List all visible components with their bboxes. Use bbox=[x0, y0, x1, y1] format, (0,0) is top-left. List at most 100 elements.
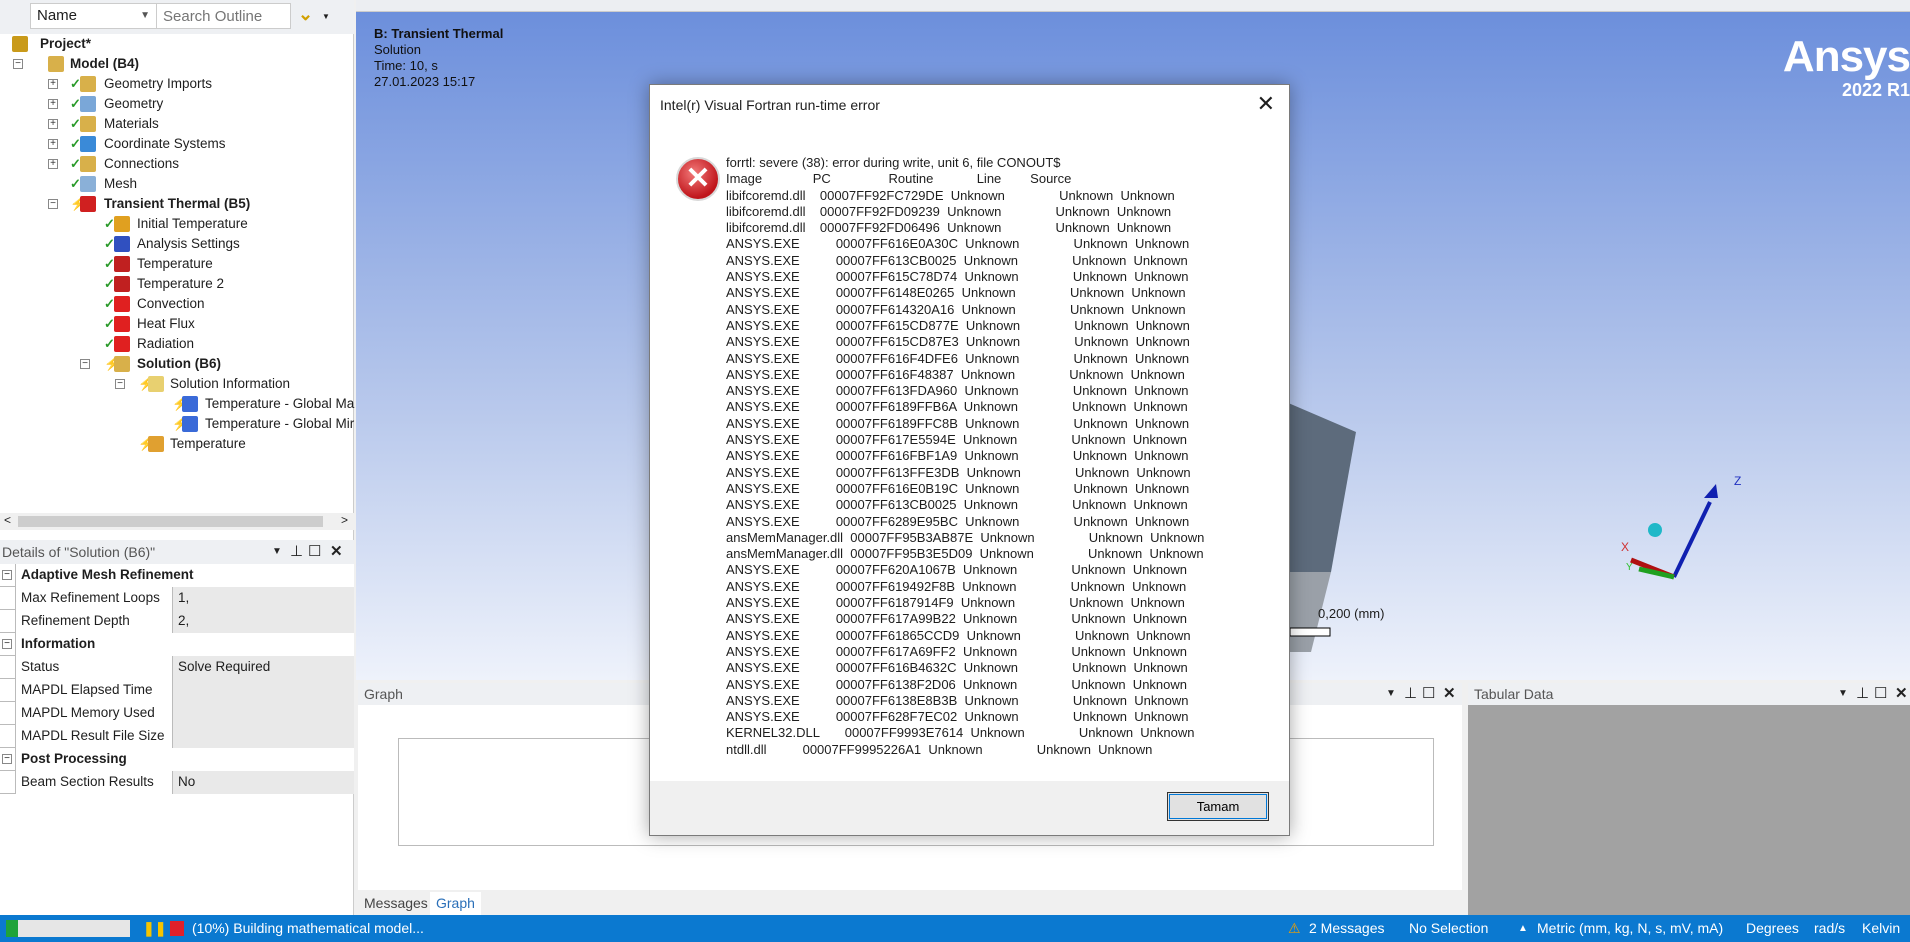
scroll-right-icon[interactable]: > bbox=[341, 513, 348, 527]
expander-icon[interactable]: + bbox=[48, 79, 58, 89]
details-row[interactable]: Status Solve Required bbox=[0, 656, 354, 679]
filter-chevron-icon[interactable]: ⌄ bbox=[298, 4, 313, 25]
tabular-title: Tabular Data bbox=[1474, 686, 1554, 702]
tree-item-label: Temperature - Global Mir bbox=[205, 416, 355, 431]
collapse-icon[interactable]: − bbox=[2, 639, 12, 649]
dropdown-icon[interactable]: ▼ bbox=[1838, 683, 1848, 705]
dropdown-arrow-icon[interactable]: ▼ bbox=[322, 12, 330, 21]
property-value[interactable]: No bbox=[173, 771, 354, 794]
stop-icon[interactable] bbox=[170, 921, 184, 936]
collapse-icon[interactable]: − bbox=[2, 570, 12, 580]
angle-units[interactable]: Degrees bbox=[1746, 915, 1799, 942]
tree-node-icon bbox=[48, 56, 64, 72]
details-row[interactable]: MAPDL Elapsed Time bbox=[0, 679, 354, 702]
details-row[interactable]: Beam Section Results No bbox=[0, 771, 354, 794]
z-axis-label: Z bbox=[1734, 474, 1742, 488]
traceback-line: ANSYS.EXE 00007FF619492F8B Unknown Unkno… bbox=[726, 578, 1187, 594]
dropdown-icon[interactable]: ▼ bbox=[1386, 683, 1396, 705]
details-row[interactable]: Refinement Depth 2, bbox=[0, 610, 354, 633]
tree-item-label: Temperature bbox=[170, 436, 246, 451]
traceback-line: ANSYS.EXE 00007FF615CD877E Unknown Unkno… bbox=[726, 317, 1190, 333]
temperature-units[interactable]: Kelvin bbox=[1862, 915, 1900, 942]
property-label: MAPDL Elapsed Time bbox=[15, 679, 173, 702]
pin-icon[interactable]: ⊥ bbox=[290, 540, 303, 564]
maximize-icon[interactable]: ☐ bbox=[308, 540, 321, 564]
traceback-line: ANSYS.EXE 00007FF6289E95BC Unknown Unkno… bbox=[726, 513, 1190, 529]
scrollbar-thumb[interactable] bbox=[18, 516, 323, 527]
details-title: Details of "Solution (B6)" bbox=[2, 544, 156, 560]
maximize-icon[interactable]: ☐ bbox=[1422, 683, 1435, 705]
search-outline-input[interactable] bbox=[156, 3, 291, 29]
expander-icon[interactable]: + bbox=[48, 159, 58, 169]
rotation-units[interactable]: rad/s bbox=[1814, 915, 1845, 942]
details-row[interactable]: MAPDL Result File Size bbox=[0, 725, 354, 748]
dropdown-icon[interactable]: ▼ bbox=[272, 540, 282, 564]
property-value[interactable]: Solve Required bbox=[173, 656, 354, 679]
tree-node-icon bbox=[148, 376, 164, 392]
chevron-down-icon: ▼ bbox=[140, 10, 150, 21]
traceback-line: ANSYS.EXE 00007FF614320A16 Unknown Unkno… bbox=[726, 301, 1186, 317]
scroll-left-icon[interactable]: < bbox=[4, 513, 11, 527]
triad-origin[interactable] bbox=[1648, 523, 1662, 537]
expander-icon[interactable]: − bbox=[13, 59, 23, 69]
maximize-icon[interactable]: ☐ bbox=[1874, 683, 1887, 705]
expander-icon[interactable]: − bbox=[115, 379, 125, 389]
pause-icon[interactable]: ❚❚ bbox=[143, 915, 166, 942]
collapse-icon[interactable]: − bbox=[2, 754, 12, 764]
toolbar-strip bbox=[356, 0, 1910, 12]
tree-item-label: Analysis Settings bbox=[137, 236, 240, 251]
details-row[interactable]: MAPDL Memory Used bbox=[0, 702, 354, 725]
traceback-line: ANSYS.EXE 00007FF6189FFB6A Unknown Unkno… bbox=[726, 399, 1188, 415]
close-icon[interactable]: ✕ bbox=[1443, 683, 1456, 705]
traceback-line: ANSYS.EXE 00007FF615C78D74 Unknown Unkno… bbox=[726, 269, 1189, 285]
graph-title: Graph bbox=[364, 686, 403, 702]
traceback-line: ansMemManager.dll 00007FF95B3AB87E Unkno… bbox=[726, 529, 1205, 545]
property-value[interactable] bbox=[173, 725, 354, 748]
close-icon[interactable]: ✕ bbox=[1895, 683, 1908, 705]
ok-button[interactable]: Tamam bbox=[1167, 792, 1269, 821]
expander-icon[interactable]: + bbox=[48, 139, 58, 149]
tree-node-icon bbox=[80, 76, 96, 92]
property-value[interactable]: 1, bbox=[173, 587, 354, 610]
traceback-line: ANSYS.EXE 00007FF617A99B22 Unknown Unkno… bbox=[726, 611, 1188, 627]
tree-node-icon bbox=[114, 296, 130, 312]
group-label: Adaptive Mesh Refinement bbox=[15, 564, 354, 587]
scale-label: 0,200 (mm) bbox=[1318, 606, 1385, 621]
details-group[interactable]: − Information bbox=[0, 633, 354, 656]
traceback-line: ANSYS.EXE 00007FF616F48387 Unknown Unkno… bbox=[726, 366, 1185, 382]
details-group[interactable]: − Post Processing bbox=[0, 748, 354, 771]
unit-system[interactable]: Metric (mm, kg, N, s, mV, mA) bbox=[1537, 915, 1723, 942]
expander-icon[interactable]: − bbox=[48, 199, 58, 209]
property-value[interactable] bbox=[173, 679, 354, 702]
messages-count[interactable]: 2 Messages bbox=[1309, 915, 1384, 942]
name-filter-dropdown[interactable]: Name ▼ bbox=[30, 3, 157, 29]
tab-graph[interactable]: Graph bbox=[430, 892, 481, 915]
tree-item-label: Convection bbox=[137, 296, 205, 311]
tree-item-label: Coordinate Systems bbox=[104, 136, 226, 151]
traceback-line: ANSYS.EXE 00007FF6138F2D06 Unknown Unkno… bbox=[726, 676, 1187, 692]
details-group[interactable]: − Adaptive Mesh Refinement bbox=[0, 564, 354, 587]
property-label: MAPDL Result File Size bbox=[15, 725, 173, 748]
horizontal-scrollbar[interactable]: < > bbox=[0, 513, 354, 530]
property-label: MAPDL Memory Used bbox=[15, 702, 173, 725]
tree-item-label: Connections bbox=[104, 156, 180, 171]
traceback-line: ANSYS.EXE 00007FF613CB0025 Unknown Unkno… bbox=[726, 497, 1188, 513]
fortran-error-dialog: Intel(r) Visual Fortran run-time error ✕… bbox=[649, 84, 1290, 836]
property-value[interactable]: 2, bbox=[173, 610, 354, 633]
pin-icon[interactable]: ⊥ bbox=[1856, 683, 1869, 705]
warning-icon[interactable]: ⚠ bbox=[1288, 915, 1301, 942]
tree-item-label: Solution Information bbox=[170, 376, 291, 391]
expander-icon[interactable]: − bbox=[80, 359, 90, 369]
traceback-line: ANSYS.EXE 00007FF6187914F9 Unknown Unkno… bbox=[726, 595, 1185, 611]
property-value[interactable] bbox=[173, 702, 354, 725]
selection-status: No Selection bbox=[1409, 920, 1489, 936]
units-menu-icon[interactable]: ▲ bbox=[1518, 915, 1528, 942]
pin-icon[interactable]: ⊥ bbox=[1404, 683, 1417, 705]
expander-icon[interactable]: + bbox=[48, 119, 58, 129]
expander-icon[interactable]: + bbox=[48, 99, 58, 109]
close-icon[interactable]: ✕ bbox=[1257, 91, 1275, 117]
traceback-header: Image PC Routine Line Source bbox=[726, 171, 1072, 187]
details-row[interactable]: Max Refinement Loops 1, bbox=[0, 587, 354, 610]
tab-messages[interactable]: Messages bbox=[358, 892, 434, 915]
close-icon[interactable]: ✕ bbox=[330, 540, 343, 564]
